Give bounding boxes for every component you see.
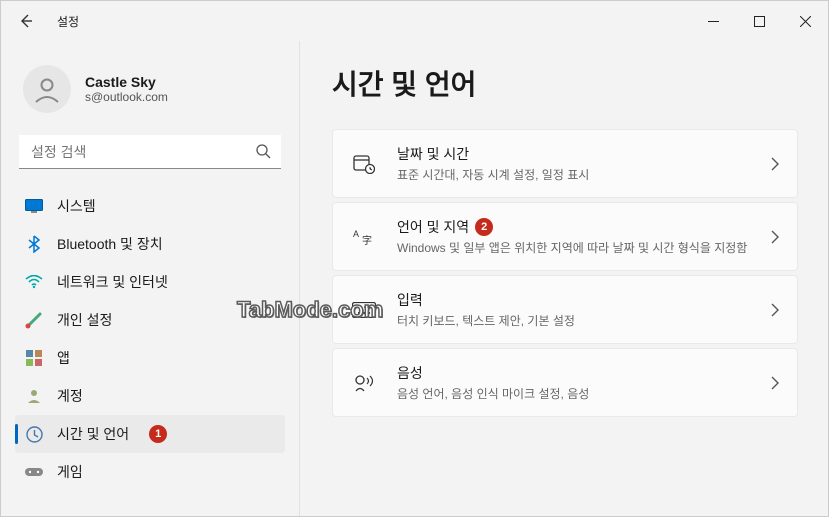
profile-block[interactable]: Castle Sky s@outlook.com [15,41,285,133]
bluetooth-icon [25,235,43,253]
nav-label: 계정 [57,386,83,406]
nav-label: 시스템 [57,196,96,216]
annotation-badge-1: 1 [149,425,167,443]
nav-label: 게임 [57,462,83,482]
card-desc: Windows 및 일부 앱은 위치한 지역에 따라 날짜 및 시간 형식을 지… [397,239,751,256]
nav-label: 개인 설정 [57,310,112,330]
gamepad-icon [25,463,43,481]
chevron-right-icon [771,303,779,317]
card-title: 언어 및 지역 2 [397,217,751,237]
nav-time-language[interactable]: 시간 및 언어 1 [15,415,285,453]
search-box[interactable] [19,135,281,169]
page-title: 시간 및 언어 [332,63,798,103]
globe-clock-icon [25,425,43,443]
speech-icon [351,373,377,393]
card-desc: 표준 시간대, 자동 시계 설정, 일정 표시 [397,166,751,183]
nav-gaming[interactable]: 게임 [15,453,285,491]
card-desc: 터치 키보드, 텍스트 제안, 기본 설정 [397,312,751,329]
profile-name: Castle Sky [85,74,168,90]
language-icon: A字 [351,227,377,247]
nav-personalization[interactable]: 개인 설정 [15,301,285,339]
nav-apps[interactable]: 앱 [15,339,285,377]
svg-text:字: 字 [362,234,372,247]
chevron-right-icon [771,230,779,244]
calendar-clock-icon [351,154,377,174]
display-icon [25,197,43,215]
minimize-button[interactable] [690,1,736,41]
back-button[interactable] [9,4,43,38]
titlebar: 설정 [1,1,828,41]
nav-label: 앱 [57,348,70,368]
maximize-icon [754,16,765,27]
brush-icon [25,311,43,329]
nav-label: 네트워크 및 인터넷 [57,272,168,292]
sidebar: Castle Sky s@outlook.com 시스템 Bluetooth 및… [1,41,295,516]
arrow-left-icon [18,13,34,29]
card-speech[interactable]: 음성 음성 언어, 음성 인식 마이크 설정, 음성 [332,348,798,417]
account-icon [25,387,43,405]
card-title: 입력 [397,290,751,310]
close-icon [800,16,811,27]
main-content: 시간 및 언어 날짜 및 시간 표준 시간대, 자동 시계 설정, 일정 표시 … [299,41,828,516]
minimize-icon [708,16,719,27]
keyboard-icon [351,302,377,318]
wifi-icon [25,273,43,291]
profile-email: s@outlook.com [85,90,168,104]
card-typing[interactable]: 입력 터치 키보드, 텍스트 제안, 기본 설정 [332,275,798,344]
person-icon [32,74,62,104]
avatar [23,65,71,113]
nav-label: 시간 및 언어 [57,424,129,444]
card-desc: 음성 언어, 음성 인식 마이크 설정, 음성 [397,385,751,402]
nav-network[interactable]: 네트워크 및 인터넷 [15,263,285,301]
nav-accounts[interactable]: 계정 [15,377,285,415]
svg-text:A: A [353,229,359,239]
nav-label: Bluetooth 및 장치 [57,234,163,254]
card-date-time[interactable]: 날짜 및 시간 표준 시간대, 자동 시계 설정, 일정 표시 [332,129,798,198]
close-button[interactable] [782,1,828,41]
nav-system[interactable]: 시스템 [15,187,285,225]
card-title: 날짜 및 시간 [397,144,751,164]
card-language-region[interactable]: A字 언어 및 지역 2 Windows 및 일부 앱은 위치한 지역에 따라 … [332,202,798,271]
chevron-right-icon [771,157,779,171]
search-icon [255,143,271,159]
maximize-button[interactable] [736,1,782,41]
window-title: 설정 [57,13,79,30]
apps-icon [25,349,43,367]
annotation-badge-2: 2 [475,218,493,236]
nav-bluetooth[interactable]: Bluetooth 및 장치 [15,225,285,263]
card-title: 음성 [397,363,751,383]
search-input[interactable] [19,135,281,169]
chevron-right-icon [771,376,779,390]
